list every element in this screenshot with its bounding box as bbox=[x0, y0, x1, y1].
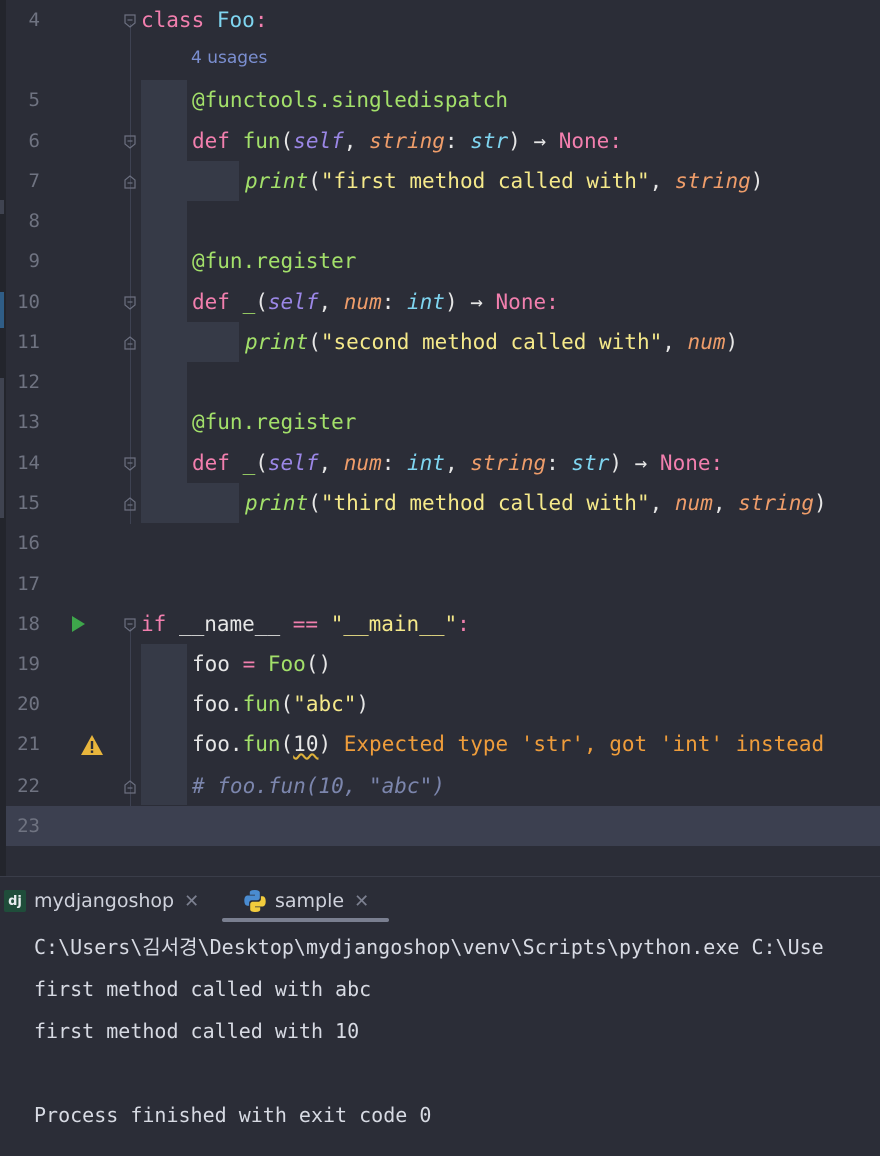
line-number: 14 bbox=[17, 452, 40, 474]
code-line-21[interactable]: 21 foo.fun(10) Expected type 'str', got … bbox=[0, 724, 880, 764]
inline-warning-message: Expected type 'str', got 'int' instead bbox=[331, 732, 825, 756]
line-number: 18 bbox=[17, 613, 40, 635]
code-line-13[interactable]: 13 @fun.register bbox=[0, 402, 880, 442]
code-line-20[interactable]: 20 foo.fun("abc") bbox=[0, 684, 880, 724]
code-line-8[interactable]: 8 bbox=[0, 201, 880, 241]
run-console[interactable]: C:\Users\김서경\Desktop\mydjangoshop\venv\S… bbox=[0, 924, 880, 1156]
tab-mydjangoshop[interactable]: dj mydjangoshop ✕ bbox=[4, 877, 199, 925]
warning-squiggle: 10 bbox=[293, 732, 319, 756]
fold-end-icon[interactable] bbox=[124, 780, 136, 794]
fold-end-icon[interactable] bbox=[124, 497, 136, 511]
line-number: 21 bbox=[17, 733, 40, 755]
code-editor[interactable]: 4 class Foo: 4 usages 5 @functools.singl… bbox=[0, 0, 880, 876]
tab-label: sample bbox=[275, 890, 345, 912]
decorator: @fun.register bbox=[192, 410, 357, 434]
close-icon[interactable]: ✕ bbox=[184, 891, 199, 912]
code-text: foo.fun(10) Expected type 'str', got 'in… bbox=[192, 732, 825, 756]
console-line: first method called with 10 bbox=[34, 1019, 360, 1043]
line-number: 22 bbox=[17, 775, 40, 797]
django-icon: dj bbox=[4, 890, 26, 912]
fold-marker-icon[interactable] bbox=[124, 135, 136, 149]
code-line-16[interactable]: 16 bbox=[0, 523, 880, 563]
line-number: 10 bbox=[17, 291, 40, 313]
line-number: 9 bbox=[28, 250, 40, 272]
line-number: 13 bbox=[17, 411, 40, 433]
code-text: foo = Foo() bbox=[192, 652, 332, 676]
line-number: 23 bbox=[17, 815, 40, 837]
line-number: 20 bbox=[17, 693, 40, 715]
fold-end-icon[interactable] bbox=[124, 336, 136, 350]
fold-marker-icon[interactable] bbox=[124, 14, 136, 28]
fold-marker-icon[interactable] bbox=[124, 457, 136, 471]
code-line-5[interactable]: 5 @functools.singledispatch bbox=[0, 80, 880, 120]
line-number: 8 bbox=[28, 210, 40, 232]
line-number: 19 bbox=[17, 653, 40, 675]
code-line-19[interactable]: 19 foo = Foo() bbox=[0, 644, 880, 684]
line-number: 5 bbox=[28, 89, 40, 111]
line-number: 12 bbox=[17, 371, 40, 393]
code-line-23-current[interactable]: 23 bbox=[6, 806, 880, 846]
code-text: if __name__ == "__main__": bbox=[141, 612, 470, 636]
console-line: C:\Users\김서경\Desktop\mydjangoshop\venv\S… bbox=[34, 935, 824, 959]
code-text: def fun(self, string: str) → None: bbox=[192, 129, 622, 153]
code-text: print("second method called with", num) bbox=[245, 330, 739, 354]
comment: # foo.fun(10, "abc") bbox=[192, 774, 445, 798]
active-tab-indicator bbox=[222, 918, 389, 922]
usages-hint[interactable]: 4 usages bbox=[191, 48, 267, 68]
decorator: @functools.singledispatch bbox=[192, 88, 509, 112]
decorator: @fun.register bbox=[192, 249, 357, 273]
run-tab-bar: dj mydjangoshop ✕ sample ✕ bbox=[0, 876, 880, 925]
python-icon bbox=[243, 889, 267, 913]
code-line-9[interactable]: 9 @fun.register bbox=[0, 241, 880, 281]
line-number: 6 bbox=[28, 130, 40, 152]
code-line-12[interactable]: 12 bbox=[0, 362, 880, 402]
warning-icon[interactable] bbox=[80, 734, 104, 756]
code-text: print("first method called with", string… bbox=[245, 169, 764, 193]
fold-end-icon[interactable] bbox=[124, 175, 136, 189]
code-text: def _(self, num: int) → None: bbox=[192, 290, 559, 314]
line-number: 11 bbox=[17, 331, 40, 353]
console-line: first method called with abc bbox=[34, 977, 372, 1001]
run-gutter-icon[interactable] bbox=[70, 615, 86, 633]
code-text: def _(self, num: int, string: str) → Non… bbox=[192, 451, 724, 475]
line-number: 4 bbox=[28, 9, 40, 31]
code-line-17[interactable]: 17 bbox=[0, 564, 880, 604]
close-icon[interactable]: ✕ bbox=[354, 891, 369, 912]
line-number: 16 bbox=[17, 532, 40, 554]
tab-label: mydjangoshop bbox=[34, 890, 175, 912]
fold-marker-icon[interactable] bbox=[124, 618, 136, 632]
code-text: class Foo: bbox=[141, 8, 268, 32]
code-text: print("third method called with", num, s… bbox=[245, 491, 827, 515]
line-number: 7 bbox=[28, 170, 40, 192]
code-text: foo.fun("abc") bbox=[192, 692, 370, 716]
console-line: Process finished with exit code 0 bbox=[34, 1103, 432, 1127]
line-number: 17 bbox=[17, 573, 40, 595]
line-number: 15 bbox=[17, 492, 40, 514]
fold-marker-icon[interactable] bbox=[124, 296, 136, 310]
